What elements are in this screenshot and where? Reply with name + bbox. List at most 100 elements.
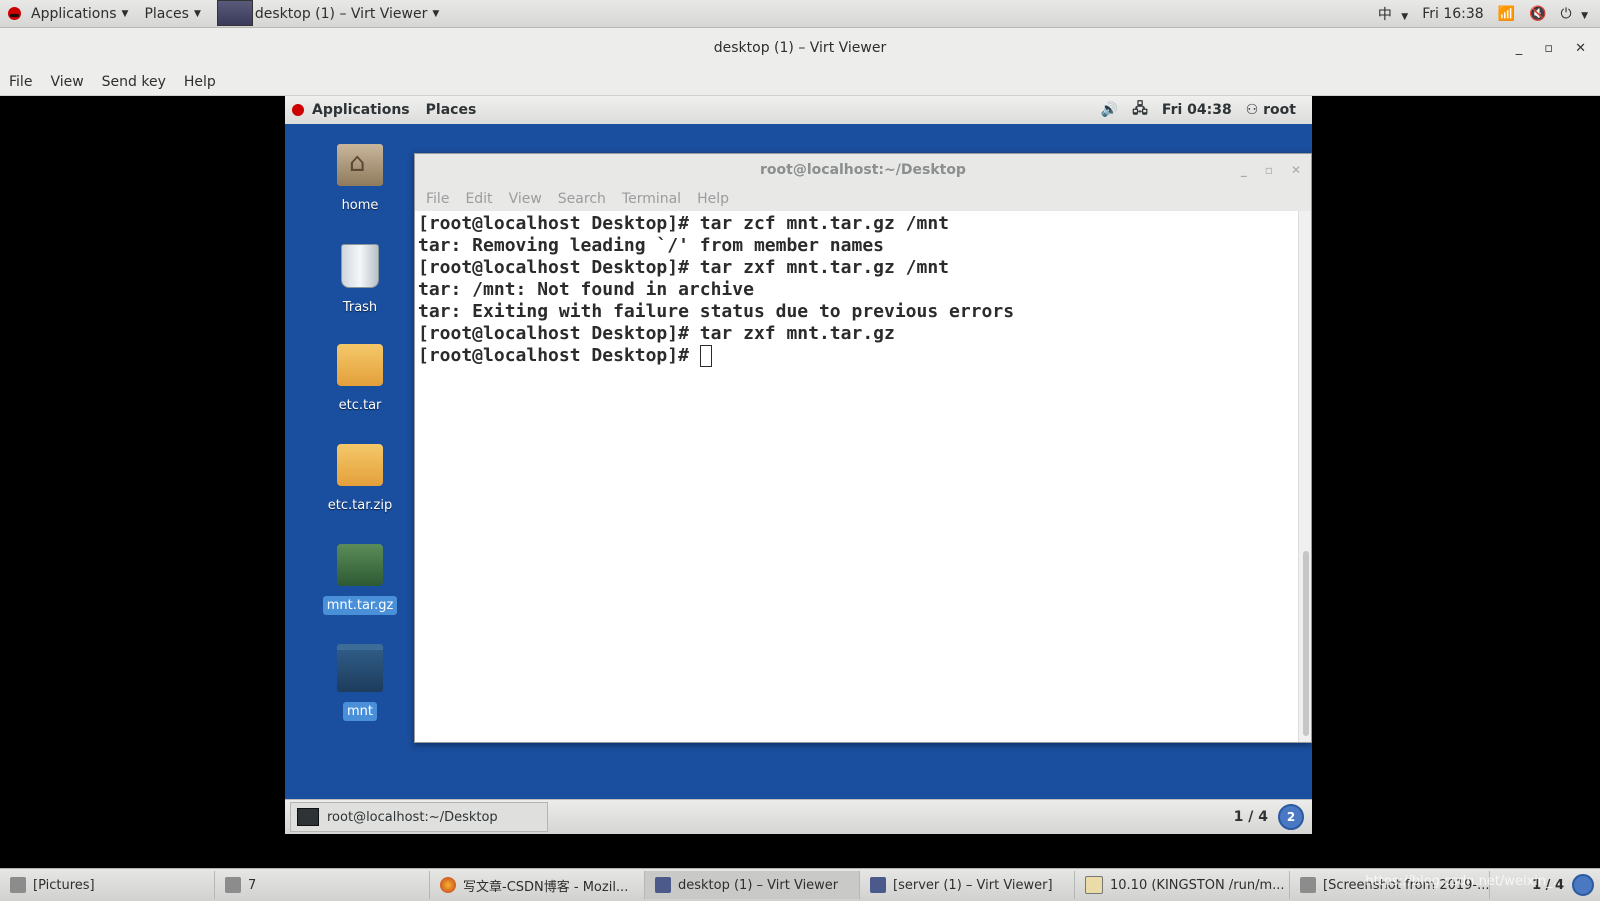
- desktop-icon-home[interactable]: home: [315, 144, 405, 215]
- terminal-output[interactable]: [root@localhost Desktop]# tar zcf mnt.ta…: [415, 211, 1299, 742]
- user-label: root: [1263, 102, 1296, 118]
- guest-task-terminal[interactable]: root@localhost:~/Desktop: [290, 802, 548, 832]
- terminal-line: tar: /mnt: Not found in archive: [418, 279, 754, 300]
- terminal-menu-help[interactable]: Help: [689, 191, 737, 207]
- guest-clock[interactable]: Fri 04:38: [1162, 102, 1232, 118]
- taskbar-item-editor[interactable]: 10.10 (KINGSTON /run/m...: [1075, 871, 1290, 899]
- terminal-line: [root@localhost Desktop]# tar zxf mnt.ta…: [418, 257, 950, 278]
- guest-applications-menu[interactable]: Applications: [312, 102, 410, 118]
- host-top-panel: Applications ▼ Places ▼ desktop (1) – Vi…: [0, 0, 1600, 28]
- wifi-icon[interactable]: 📶: [1498, 6, 1515, 22]
- taskbar-item-label: 10.10 (KINGSTON /run/m...: [1110, 877, 1285, 893]
- host-applications-menu[interactable]: Applications ▼: [0, 0, 136, 27]
- terminal-menubar: File Edit View Search Terminal Help: [415, 186, 1311, 211]
- virt-viewer-icon: [655, 877, 671, 893]
- input-method-indicator[interactable]: 中 ▼: [1378, 4, 1408, 24]
- input-method-label: 中: [1377, 6, 1392, 23]
- guest-taskbar: root@localhost:~/Desktop 1 / 4 2: [285, 799, 1312, 834]
- minimize-icon[interactable]: _: [1516, 41, 1523, 56]
- terminal-line: tar: Removing leading `/' from member na…: [418, 235, 884, 256]
- taskbar-item-server-virt-viewer[interactable]: [server (1) – Virt Viewer]: [860, 871, 1075, 899]
- close-icon[interactable]: ✕: [1291, 163, 1301, 177]
- user-icon: ⚇: [1245, 102, 1259, 118]
- home-folder-icon: [337, 144, 383, 186]
- taskbar-item-label: 写文章-CSDN博客 - Mozil...: [463, 879, 629, 895]
- taskbar-item-label: desktop (1) – Virt Viewer: [678, 877, 839, 893]
- taskbar-item-desktop-virt-viewer[interactable]: desktop (1) – Virt Viewer: [645, 871, 860, 899]
- minimize-icon[interactable]: _: [1241, 163, 1247, 177]
- power-icon: ⏻: [1560, 5, 1572, 22]
- menu-file[interactable]: File: [0, 74, 41, 90]
- desktop-icon-mnt-tar-gz[interactable]: mnt.tar.gz: [315, 544, 405, 615]
- volume-muted-icon[interactable]: 🔇: [1529, 6, 1546, 22]
- desktop-icon-label: etc.tar: [338, 398, 382, 413]
- guest-workspace-indicator[interactable]: 1 / 4: [1234, 809, 1268, 825]
- taskbar-item-label: 7: [248, 877, 257, 893]
- window-label: desktop (1) – Virt Viewer: [254, 5, 428, 22]
- power-menu[interactable]: ⏻ ▼: [1561, 6, 1588, 22]
- terminal-menu-search[interactable]: Search: [550, 191, 614, 207]
- virt-viewer-icon: [870, 877, 886, 893]
- host-taskbar: [Pictures] 7 写文章-CSDN博客 - Mozil... deskt…: [0, 868, 1600, 901]
- virt-viewer-icon: [216, 0, 253, 26]
- menu-help[interactable]: Help: [175, 74, 225, 90]
- desktop-icon-etc-tar-zip[interactable]: etc.tar.zip: [315, 444, 405, 515]
- taskbar-item-firefox[interactable]: 写文章-CSDN博客 - Mozil...: [430, 871, 645, 899]
- host-places-menu[interactable]: Places ▼: [136, 0, 208, 27]
- terminal-menu-terminal[interactable]: Terminal: [614, 191, 689, 207]
- desktop-icon-label: home: [341, 198, 379, 213]
- host-window-list-menu[interactable]: desktop (1) – Virt Viewer ▼: [209, 0, 447, 27]
- taskbar-item-label: [Pictures]: [33, 877, 95, 893]
- document-icon: [225, 877, 241, 893]
- host-menubar: File View Send key Help: [0, 68, 1600, 96]
- host-clock[interactable]: Fri 16:38: [1422, 6, 1483, 22]
- volume-icon[interactable]: 🔊: [1101, 102, 1118, 118]
- terminal-titlebar[interactable]: root@localhost:~/Desktop _ ▫ ✕: [415, 154, 1311, 186]
- chevron-down-icon: ▼: [1401, 11, 1409, 22]
- firefox-icon: [440, 877, 456, 893]
- menu-send-key[interactable]: Send key: [93, 74, 175, 90]
- notification-badge[interactable]: 2: [1278, 804, 1304, 830]
- terminal-icon: [297, 808, 319, 826]
- trash-icon: [341, 244, 379, 288]
- host-window-titlebar: desktop (1) – Virt Viewer _ ▫ ✕: [0, 28, 1600, 68]
- guest-display[interactable]: Applications Places 🔊 🖧 Fri 04:38 ⚇ root…: [285, 96, 1312, 834]
- desktop-icon-label: etc.tar.zip: [327, 498, 393, 513]
- desktop-icon-trash[interactable]: Trash: [315, 244, 405, 317]
- terminal-menu-view[interactable]: View: [501, 191, 550, 207]
- terminal-prompt-line[interactable]: [root@localhost Desktop]#: [418, 345, 1296, 367]
- terminal-menu-edit[interactable]: Edit: [457, 191, 500, 207]
- file-manager-icon: [10, 877, 26, 893]
- guest-top-panel: Applications Places 🔊 🖧 Fri 04:38 ⚇ root: [285, 96, 1312, 124]
- terminal-menu-file[interactable]: File: [418, 191, 457, 207]
- network-icon[interactable]: 🖧: [1132, 98, 1148, 122]
- close-icon[interactable]: ✕: [1575, 41, 1586, 56]
- desktop-icon-label: mnt.tar.gz: [322, 596, 398, 615]
- package-icon: [337, 544, 383, 586]
- scrollbar-thumb[interactable]: [1303, 551, 1309, 736]
- terminal-cursor: [699, 345, 712, 367]
- taskbar-item-pictures[interactable]: [Pictures]: [0, 871, 215, 899]
- watermark: https://blog.csdn.net/weixin_...: [1365, 874, 1565, 889]
- terminal-line: tar: Exiting with failure status due to …: [418, 301, 1015, 322]
- terminal-line: [root@localhost Desktop]# tar zxf mnt.ta…: [418, 323, 895, 344]
- desktop-icon-label: Trash: [342, 300, 378, 315]
- terminal-title: root@localhost:~/Desktop: [760, 162, 966, 178]
- terminal-window[interactable]: root@localhost:~/Desktop _ ▫ ✕ File Edit…: [414, 153, 1312, 743]
- folder-icon: [337, 644, 383, 692]
- guest-places-menu[interactable]: Places: [426, 102, 477, 118]
- terminal-scrollbar[interactable]: [1298, 211, 1311, 742]
- user-menu[interactable]: ⚇ root: [1246, 102, 1296, 118]
- chevron-down-icon: ▼: [193, 8, 201, 19]
- desktop-icon-mnt[interactable]: mnt: [315, 644, 405, 721]
- desktop-icon-label: mnt: [343, 702, 377, 721]
- chevron-down-icon: ▼: [1581, 10, 1588, 21]
- taskbar-item-7[interactable]: 7: [215, 871, 430, 899]
- desktop-icon-etc-tar[interactable]: etc.tar: [315, 344, 405, 415]
- workspace-switcher-icon[interactable]: [1572, 874, 1594, 896]
- maximize-icon[interactable]: ▫: [1265, 163, 1273, 177]
- maximize-icon[interactable]: ▫: [1544, 41, 1553, 56]
- terminal-prompt: [root@localhost Desktop]#: [418, 345, 700, 366]
- chevron-down-icon: ▼: [432, 8, 440, 19]
- menu-view[interactable]: View: [41, 74, 92, 90]
